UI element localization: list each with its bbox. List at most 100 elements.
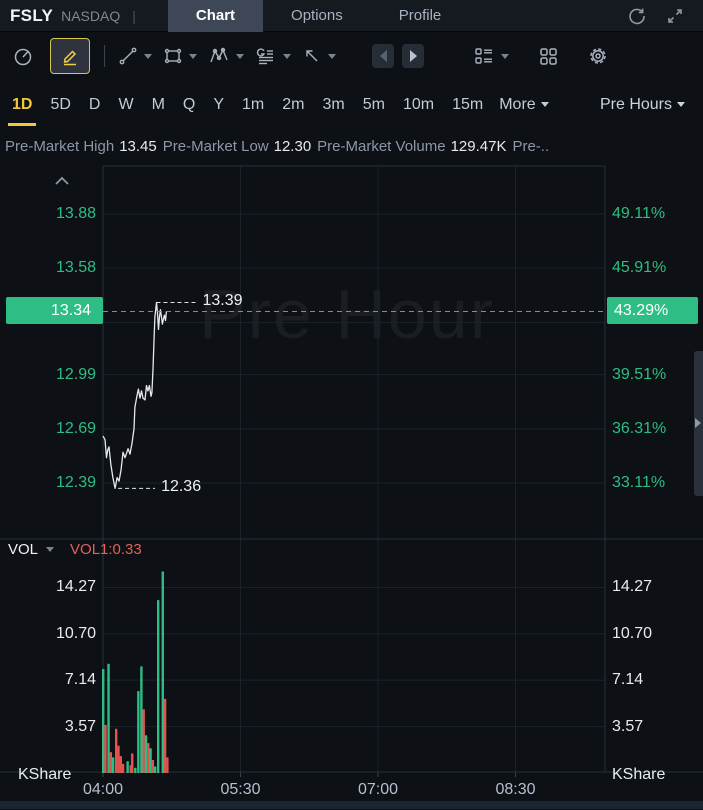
fullscreen-icon[interactable] (665, 6, 685, 26)
volume-bar (144, 735, 148, 773)
timeframe-5d[interactable]: 5D (48, 90, 72, 120)
timeframe-y[interactable]: Y (211, 90, 226, 120)
volume-bar (117, 745, 120, 773)
chevron-down-icon (144, 53, 152, 59)
chevron-down-icon (189, 53, 197, 59)
volume-bar (161, 571, 164, 773)
volume-axis-label: 14.27 (612, 578, 653, 596)
volume-axis-label: 10.70 (55, 624, 96, 642)
volume-bar (121, 763, 125, 773)
top-tabs: Chart Options Profile (167, 0, 470, 32)
title-separator: | (132, 7, 136, 24)
volume-bar (147, 743, 150, 773)
exchange-label: NASDAQ (61, 7, 121, 24)
chevron-down-icon (328, 53, 336, 59)
volume-bar (137, 691, 140, 773)
list-settings-icon[interactable] (472, 45, 509, 67)
price-axis-label: 13.58 (55, 259, 96, 277)
timeframe-m[interactable]: M (150, 90, 167, 120)
toolbar-divider (104, 45, 105, 67)
volume-axis-label: 3.57 (612, 717, 644, 735)
volume-bar (114, 728, 118, 773)
timeframe-1m[interactable]: 1m (240, 90, 266, 120)
tab-profile[interactable]: Profile (371, 0, 470, 32)
refresh-icon[interactable] (627, 6, 647, 26)
price-line (102, 301, 168, 490)
current-price-badge: 13.34 (6, 297, 103, 324)
timeframe-5m[interactable]: 5m (361, 90, 387, 120)
volume-bar (126, 761, 129, 773)
arrow-cursor-icon[interactable] (301, 45, 336, 67)
more-label: More (499, 95, 536, 113)
percent-axis-label: 36.31% (612, 419, 667, 437)
x-axis-label: 07:00 (357, 781, 399, 798)
wave-pattern-icon[interactable] (207, 45, 244, 67)
session-selector[interactable]: Pre Hours (600, 96, 685, 114)
side-panel-expand-tab[interactable] (694, 351, 703, 496)
volume-bar (163, 698, 167, 773)
stat-value: 129.47K (450, 138, 507, 155)
chart-canvas (0, 165, 703, 777)
percent-axis-label: 33.11% (612, 473, 666, 491)
timeframe-q[interactable]: Q (181, 90, 197, 120)
chevron-down-icon (677, 102, 685, 107)
unit-label-left: KShare (18, 766, 72, 783)
gear-icon[interactable] (587, 45, 609, 67)
tab-chart[interactable]: Chart (167, 0, 264, 32)
timeframe-bar: 1D 5D D W M Q Y 1m 2m 3m 5m 10m 15m More Pre Hours (0, 80, 703, 129)
x-axis-label: 08:30 (495, 781, 536, 798)
timeframe-more-button[interactable]: More (499, 95, 549, 114)
volume-bar (107, 663, 110, 773)
gauge-icon[interactable] (12, 45, 34, 67)
timeframe-items: 1D 5D D W M Q Y 1m 2m 3m 5m 10m 15m (7, 90, 499, 126)
grid-layout-icon[interactable] (537, 45, 559, 67)
timeframe-15m[interactable]: 15m (450, 90, 485, 120)
timeframe-1d[interactable]: 1D (7, 90, 37, 126)
stat-label: Pre-Market Low (162, 138, 269, 155)
stat-label: Pre-Market Volume (317, 138, 446, 155)
top-bar: FSLY NASDAQ | Chart Options Profile (0, 0, 703, 32)
volume-bar (111, 757, 115, 773)
timeframe-10m[interactable]: 10m (401, 90, 436, 120)
prev-arrow-icon[interactable] (372, 44, 394, 68)
premarket-info-bar: Pre-Market High 13.45 Pre-Market Low 12.30 P… (0, 129, 703, 164)
chevron-down-icon[interactable] (46, 547, 55, 552)
percent-axis-label: 49.11% (612, 205, 666, 223)
text-lines-icon[interactable] (254, 45, 291, 67)
volume-bar (157, 600, 160, 773)
volume-dropdown[interactable]: VOL (8, 541, 38, 558)
trend-line-icon[interactable] (117, 45, 152, 67)
draw-pencil-icon[interactable] (50, 38, 90, 74)
timeframe-d[interactable]: D (87, 90, 103, 120)
collapse-infobar-chevron-icon[interactable] (52, 174, 72, 192)
session-label: Pre Hours (599, 95, 672, 113)
volume-header: VOL VOL1:0.33 (8, 541, 142, 558)
volume-bar (166, 757, 169, 773)
next-arrow-icon[interactable] (402, 44, 424, 68)
chevron-down-icon (501, 53, 509, 59)
bottom-strip (0, 801, 703, 809)
timeframe-2m[interactable]: 2m (280, 90, 306, 120)
volume-axis-label: 10.70 (612, 624, 653, 642)
volume-bar (151, 760, 155, 773)
volume-bar (153, 766, 157, 773)
chart-area[interactable]: Pre Hour 13.34 43.29% 13.39 12.36 VOL VO… (0, 164, 703, 809)
timeframe-3m[interactable]: 3m (321, 90, 347, 120)
x-axis-label: 04:00 (82, 781, 124, 798)
volume-axis-label: 7.14 (612, 671, 644, 689)
premarket-stat: Pre-Market Volume 129.47K (317, 138, 506, 155)
timeframe-w[interactable]: W (116, 90, 135, 120)
price-axis-label: 13.88 (55, 205, 96, 223)
x-axis-label: 05:30 (220, 781, 261, 798)
percent-axis-label: 39.51% (612, 365, 667, 383)
tab-options[interactable]: Options (263, 0, 371, 32)
volume-bar (109, 752, 113, 773)
price-axis-label: 12.69 (55, 419, 96, 437)
volume-axis-label: 7.14 (64, 671, 96, 689)
rectangle-shape-icon[interactable] (162, 45, 197, 67)
truncated-stat-label: Pre-.. (512, 138, 550, 155)
chevron-down-icon (236, 53, 244, 59)
low-annotation-label: 12.36 (161, 478, 202, 496)
chevron-down-icon (540, 102, 549, 107)
volume-bar (134, 767, 137, 773)
